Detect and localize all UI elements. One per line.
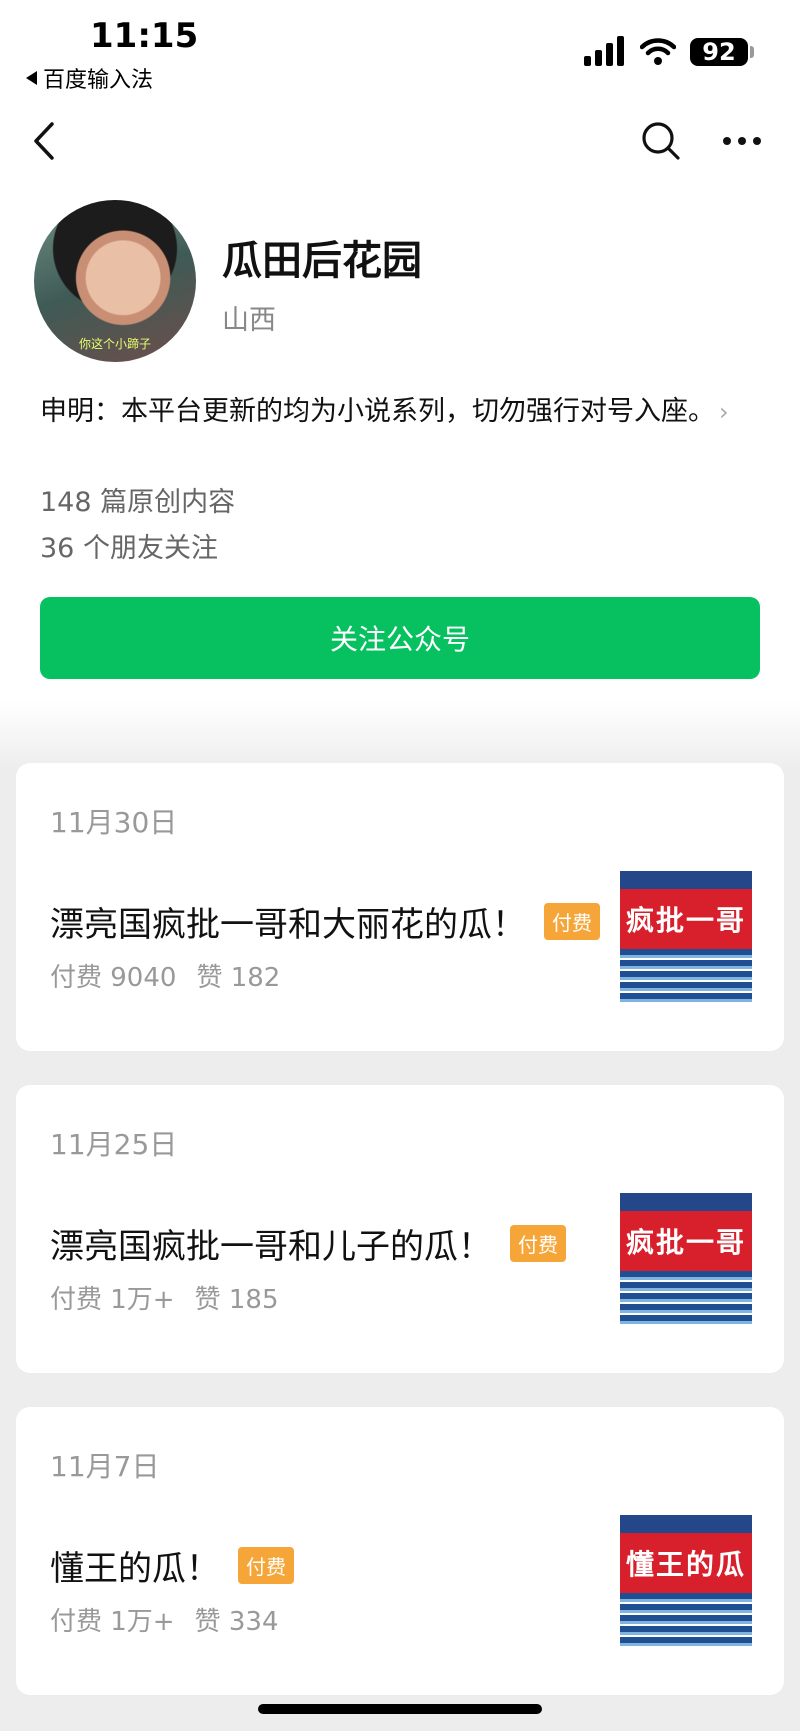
article-thumbnail: 疯批一哥 [620,1193,752,1325]
article-date: 11月7日 [50,1450,160,1483]
back-triangle-icon [26,71,37,85]
article-thumbnail: 懂王的瓜 [620,1515,752,1647]
article-title-text: 漂亮国疯批一哥和儿子的瓜！ [50,1227,492,1267]
wifi-icon [640,38,676,65]
article-title: 漂亮国疯批一哥和儿子的瓜！ 付费 [50,1219,566,1268]
article-meta: 付费 1万+ 赞 334 [50,1601,279,1638]
like-count: 赞 185 [194,1285,279,1315]
header-fade [0,700,800,770]
back-app-label: 百度输入法 [43,68,154,93]
avatar[interactable]: 你这个小蹄子 [34,200,196,362]
more-options-icon[interactable] [722,126,762,156]
status-time: 11:15 [90,16,199,56]
thumbnail-waves [620,1271,752,1325]
article-title: 懂王的瓜！ 付费 [50,1541,294,1590]
account-region: 山西 [222,305,276,336]
follow-button[interactable]: 关注公众号 [40,597,760,679]
article-title-text: 漂亮国疯批一哥和大丽花的瓜！ [50,905,526,945]
paid-badge: 付费 [544,903,600,940]
article-date: 11月30日 [50,806,178,839]
description-text: 申明：本平台更新的均为小说系列，切勿强行对号入座。 [40,396,715,427]
battery-level: 92 [690,38,748,66]
friends-following-count[interactable]: 36 个朋友关注 [40,526,218,565]
paid-badge: 付费 [510,1225,566,1262]
back-chevron-icon[interactable] [30,118,60,164]
home-indicator[interactable] [258,1704,542,1714]
original-articles-count[interactable]: 148 篇原创内容 [40,480,235,519]
article-thumbnail: 疯批一哥 [620,871,752,1003]
account-description[interactable]: 申明：本平台更新的均为小说系列，切勿强行对号入座。 › [40,390,740,434]
article-card[interactable]: 11月25日 漂亮国疯批一哥和儿子的瓜！ 付费 付费 1万+ 赞 185 疯批一哥 [16,1085,784,1373]
account-name: 瓜田后花园 [222,238,422,284]
thumbnail-text: 懂王的瓜 [620,1533,752,1593]
paid-count: 付费 1万+ [50,1285,175,1315]
article-meta: 付费 1万+ 赞 185 [50,1279,279,1316]
paid-count: 付费 9040 [50,963,177,993]
paid-badge: 付费 [238,1547,294,1584]
article-date: 11月25日 [50,1128,178,1161]
thumbnail-text: 疯批一哥 [620,889,752,949]
thumbnail-waves [620,1593,752,1647]
search-icon[interactable] [640,120,682,162]
like-count: 赞 182 [196,963,281,993]
article-card[interactable]: 11月30日 漂亮国疯批一哥和大丽花的瓜！ 付费 付费 9040 赞 182 疯批… [16,763,784,1051]
thumbnail-text: 疯批一哥 [620,1211,752,1271]
article-title-text: 懂王的瓜！ [50,1549,220,1589]
cellular-signal-icon [584,36,624,66]
battery-tip [750,46,754,58]
thumbnail-waves [620,949,752,1003]
chevron-right-icon: › [719,398,729,426]
paid-count: 付费 1万+ [50,1607,175,1637]
avatar-caption: 你这个小蹄子 [78,337,151,351]
back-to-app-link[interactable]: 百度输入法 [26,62,153,94]
article-meta: 付费 9040 赞 182 [50,957,280,994]
like-count: 赞 334 [194,1607,279,1637]
article-card[interactable]: 11月7日 懂王的瓜！ 付费 付费 1万+ 赞 334 懂王的瓜 [16,1407,784,1695]
article-title: 漂亮国疯批一哥和大丽花的瓜！ 付费 [50,897,600,946]
